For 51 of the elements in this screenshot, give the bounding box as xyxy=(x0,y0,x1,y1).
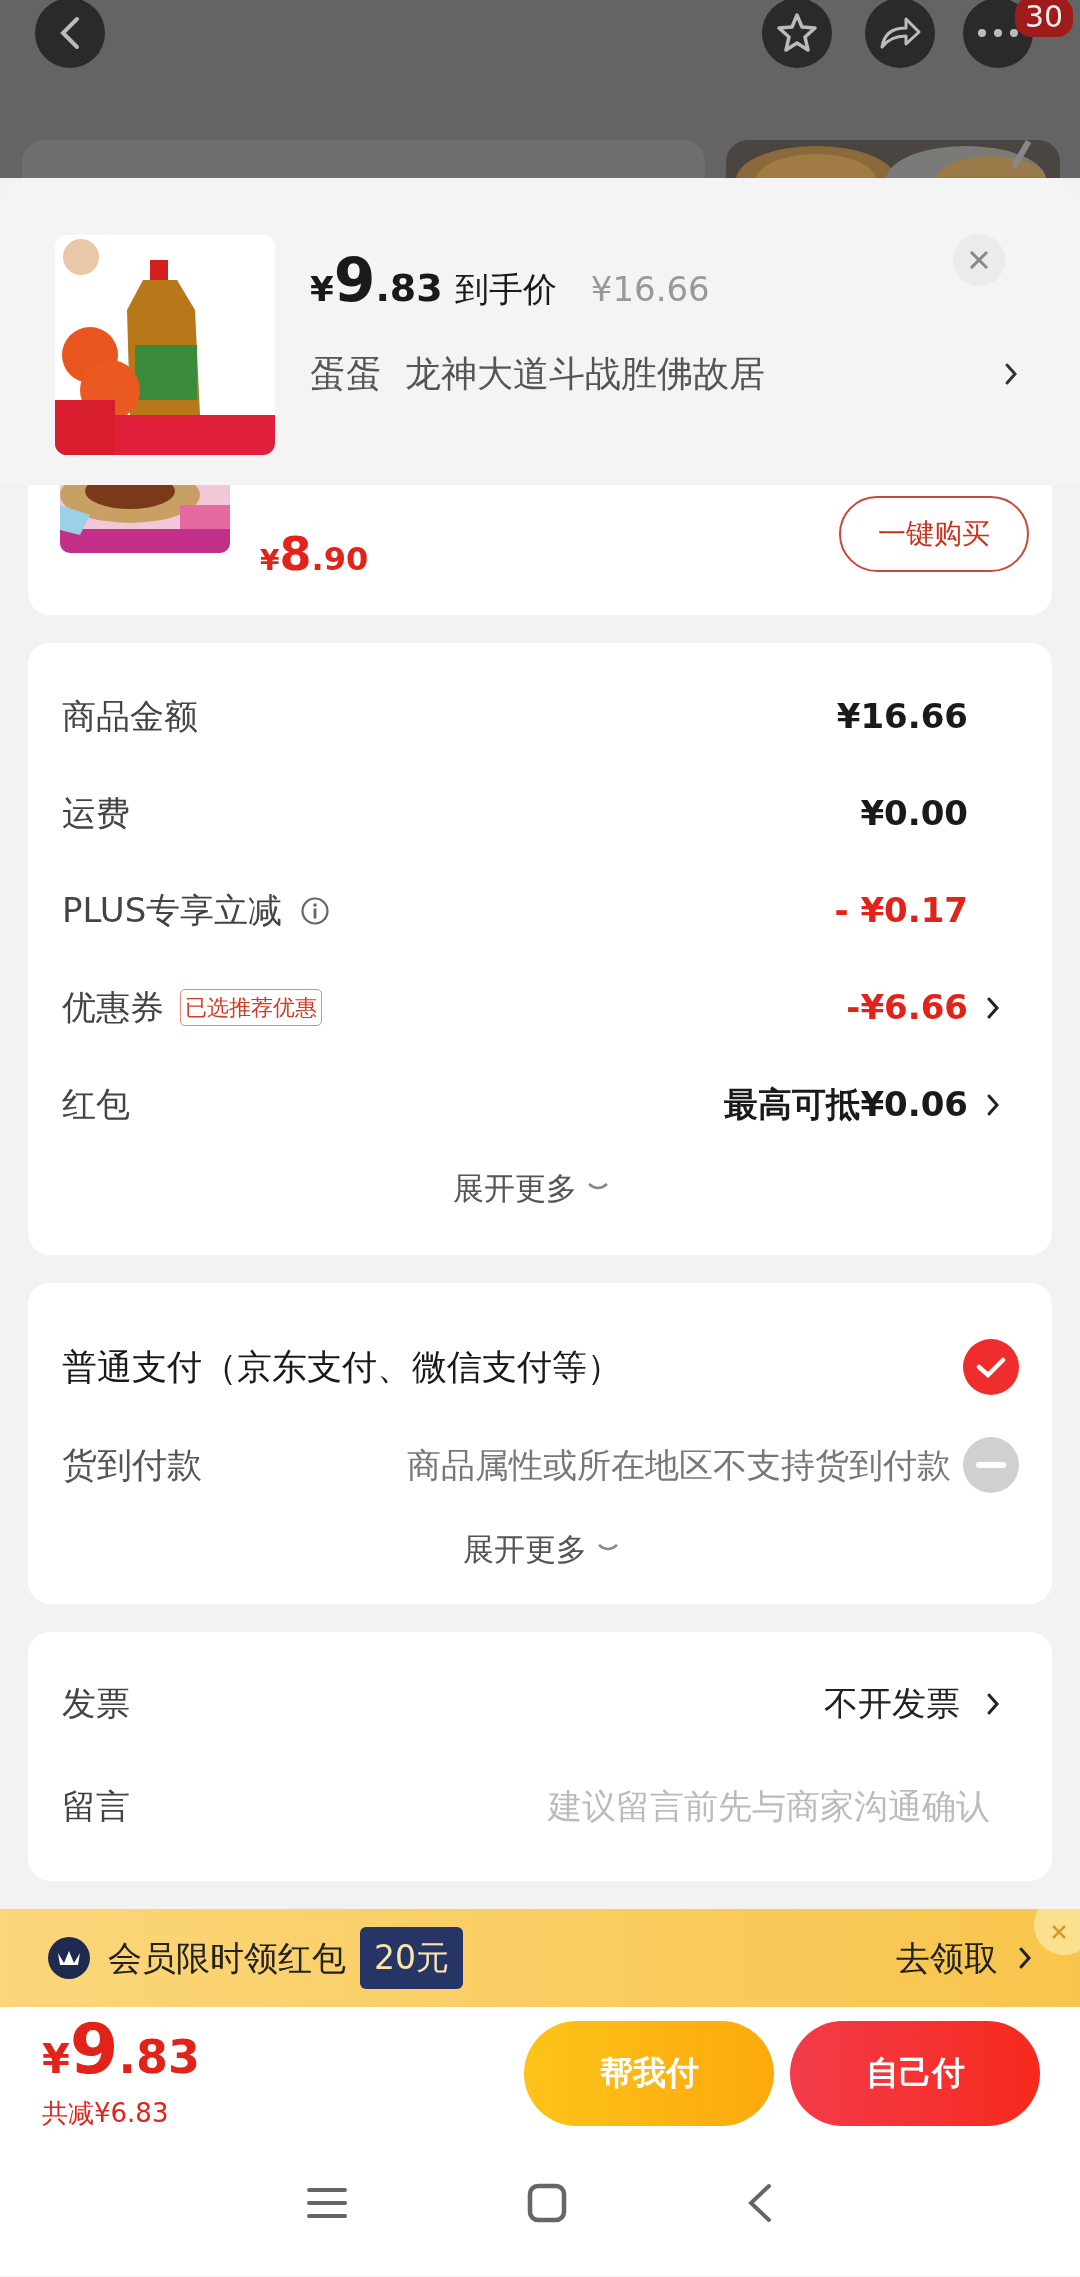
menu-icon xyxy=(307,2185,347,2220)
amount-tag: 20元 xyxy=(360,1927,463,1989)
store-link[interactable]: 蛋蛋 龙神大道斗战胜佛故居 xyxy=(310,347,1080,401)
invoice-option[interactable]: 不开发票 xyxy=(824,1678,1000,1729)
recent-apps-button[interactable] xyxy=(307,2185,347,2220)
row-value: ¥16.66 xyxy=(836,695,968,738)
message-field[interactable]: 建议留言前先与商家沟通确认 xyxy=(430,1781,990,1832)
total-saving: 共减¥6.83 xyxy=(42,2096,170,2130)
minus-icon xyxy=(976,1462,1006,1468)
total-price: ¥9.83 xyxy=(42,2013,201,2084)
row-label: 发票 xyxy=(62,1682,130,1725)
price-label: 到手价 xyxy=(454,268,557,311)
membership-icon xyxy=(48,1937,90,1979)
buy-now-button[interactable]: 一键购买 xyxy=(839,496,1029,572)
more-icon xyxy=(976,28,1020,38)
product-price: ¥8.90 xyxy=(260,526,369,583)
radio-checked[interactable] xyxy=(963,1339,1019,1395)
notification-count: 30 xyxy=(1015,0,1074,37)
row-value: ¥0.00 xyxy=(860,792,968,835)
chevron-icon xyxy=(1018,1946,1032,1970)
check-icon xyxy=(976,1356,1006,1378)
banner-text: 会员限时领红包 xyxy=(108,1936,346,1980)
back-icon xyxy=(747,2182,773,2223)
row-label: PLUS专享立减 xyxy=(62,889,283,932)
recommended-tag: 已选推荐优惠 xyxy=(180,989,322,1026)
close-button[interactable] xyxy=(953,234,1005,286)
payment-option[interactable]: 普通支付（京东支付、微信支付等） xyxy=(62,1340,622,1394)
row-label: 商品金额 xyxy=(62,695,198,738)
row-label: 红包 xyxy=(62,1083,130,1126)
row-value: -¥6.66 xyxy=(846,986,968,1029)
close-icon xyxy=(1050,1923,1068,1941)
star-icon xyxy=(775,11,819,55)
row-label: 运费 xyxy=(62,792,130,835)
expand-more-button[interactable]: 展开更多 xyxy=(453,1164,609,1212)
row-value: 最高可抵¥0.06 xyxy=(724,1083,968,1126)
share-icon xyxy=(878,15,922,51)
claim-link[interactable]: 去领取 xyxy=(896,1932,1032,1984)
close-icon xyxy=(968,249,990,271)
chevron-icon xyxy=(986,1691,1000,1716)
original-price: ¥16.66 xyxy=(590,268,710,311)
unavailable-note: 商品属性或所在地区不支持货到付款 xyxy=(407,1443,951,1487)
chevron-icon xyxy=(1004,362,1018,386)
row-value: - ¥0.17 xyxy=(834,889,968,932)
back-nav-button[interactable] xyxy=(747,2182,773,2223)
row-label: 优惠券 xyxy=(62,986,164,1029)
row-label: 留言 xyxy=(62,1785,130,1828)
square-icon xyxy=(527,2182,567,2223)
home-button[interactable] xyxy=(527,2182,567,2223)
expand-more-button[interactable]: 展开更多 xyxy=(462,1525,619,1573)
price: ¥9.83 xyxy=(310,244,443,317)
pay-button[interactable]: 自己付 xyxy=(790,2020,1040,2126)
